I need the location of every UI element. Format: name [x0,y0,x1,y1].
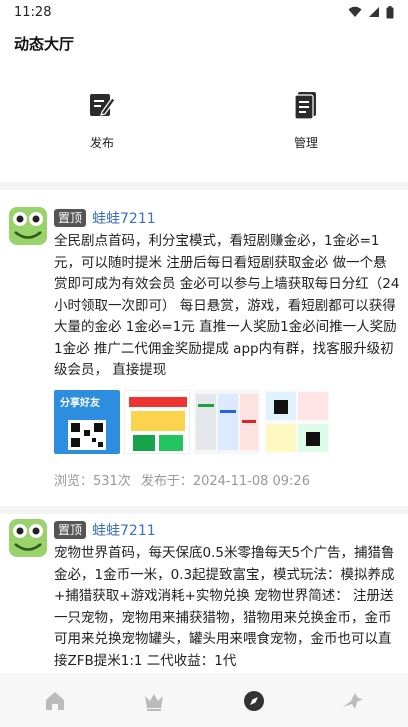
status-icons [348,5,394,19]
crown-icon [145,694,163,711]
edit-icon [90,94,116,116]
nav-discover[interactable] [242,689,266,713]
post-image-3[interactable] [194,390,260,454]
wifi-icon [348,6,362,17]
username-link[interactable]: 蛙蛙7211 [92,208,156,228]
publish-time: 发布于：2024-11-08 09:26 [140,474,310,489]
post-content: 全民剧点首码，利分宝模式，看短剧赚金必，1金必=1元，可以随时提米 注册后每日看… [54,233,400,378]
qr-code-icon [68,420,106,450]
bird-icon [343,693,363,709]
frog-avatar-icon [9,207,47,245]
pinned-badge: 置顶 [54,209,87,227]
signal-icon [369,7,379,17]
post-meta: 浏览：531次 发布于：2024-11-08 09:26 [54,470,310,489]
section-divider [0,506,408,514]
post-image-4[interactable] [264,390,330,454]
nav-home[interactable] [43,689,67,713]
publish-label: 发布 [89,136,114,150]
username-link[interactable]: 蛙蛙7211 [92,520,156,540]
section-divider [0,182,408,190]
battery-icon [386,5,394,18]
status-time: 11:28 [14,4,52,20]
post-header: 置顶 蛙蛙7211 [54,520,156,540]
frog-avatar-icon [9,519,47,557]
status-bar: 11:28 [0,0,408,24]
pinned-badge: 置顶 [54,521,87,539]
post-image-2[interactable] [124,390,190,454]
nav-profile[interactable] [341,689,365,713]
nav-ranking[interactable] [142,689,166,713]
post-content: 宠物世界首码，每天保底0.5米零撸每天5个广告，捕猎鲁金必，1金币一米，0.3起… [54,545,395,669]
view-count: 浏览：531次 [54,474,131,489]
image-gallery: 分享好友 [54,390,330,454]
qr-grid-image-icon [266,392,328,452]
compass-icon [244,691,264,711]
manage-label: 管理 [293,136,318,150]
publish-button[interactable]: 发布 [62,90,142,151]
action-bar: 发布 管理 [0,90,408,160]
avatar[interactable] [9,207,47,245]
avatar[interactable] [9,519,47,557]
screenshot-image-icon [196,394,258,450]
page-title: 动态大厅 [14,35,75,53]
manage-button[interactable]: 管理 [266,90,346,151]
bottom-nav [0,674,408,727]
promo-image-icon [129,397,187,451]
post-image-1[interactable]: 分享好友 [54,390,120,454]
home-icon [46,692,64,710]
document-icon [294,92,316,120]
post-header: 置顶 蛙蛙7211 [54,208,156,228]
